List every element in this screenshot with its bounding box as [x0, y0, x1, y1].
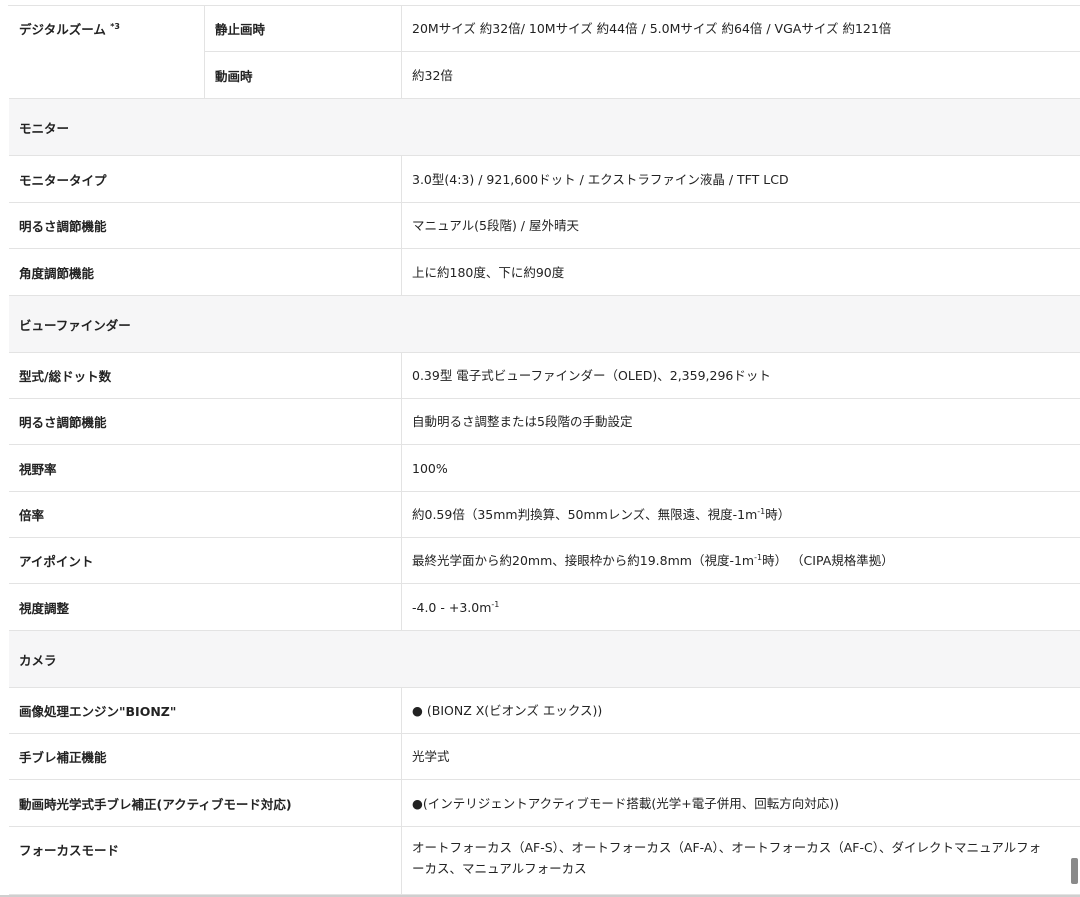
table-row-magnification: 倍率 約0.59倍（35mm判換算、50mmレンズ、無限遠、視度-1m-1時） — [9, 492, 1080, 538]
row-value: 約0.59倍（35mm判換算、50mmレンズ、無限遠、視度-1m-1時） — [401, 492, 1080, 537]
table-row-eyepoint: アイポイント 最終光学面から約20mm、接眼枠から約19.8mm（視度-1m-1… — [9, 538, 1080, 584]
table-row: 動画時光学式手ブレ補正(アクティブモード対応) ●(インテリジェントアクティブモ… — [9, 780, 1080, 827]
table-row: 明るさ調節機能 自動明るさ調整または5段階の手動設定 — [9, 399, 1080, 445]
row-value: ●(インテリジェントアクティブモード搭載(光学+電子併用、回転方向対応)) — [401, 780, 1080, 826]
row-value: マニュアル(5段階) / 屋外晴天 — [401, 203, 1080, 248]
row-value: 3.0型(4:3) / 921,600ドット / エクストラファイン液晶 / T… — [401, 156, 1080, 202]
still-value: 20Mサイズ 約32倍/ 10Mサイズ 約44倍 / 5.0Mサイズ 約64倍 … — [401, 5, 1080, 52]
focus-value-line2: ーカス、マニュアルフォーカス — [412, 861, 587, 876]
still-label: 静止画時 — [204, 5, 401, 52]
row-value: オートフォーカス（AF-S）、オートフォーカス（AF-A）、オートフォーカス（A… — [401, 827, 1080, 894]
section-header-monitor: モニター — [9, 99, 1080, 156]
scrollbar-thumb[interactable] — [1071, 858, 1078, 884]
row-label: 手ブレ補正機能 — [19, 750, 107, 765]
table-row-focus-mode: フォーカスモード オートフォーカス（AF-S）、オートフォーカス（AF-A）、オ… — [9, 827, 1080, 895]
row-label: フォーカスモード — [19, 843, 120, 858]
table-row-digital-zoom: デジタルズーム *3 静止画時 20Mサイズ 約32倍/ 10Mサイズ 約44倍… — [9, 5, 1080, 99]
row-value: 100% — [401, 445, 1080, 491]
section-title: モニター — [19, 120, 70, 136]
table-row: 型式/総ドット数 0.39型 電子式ビューファインダー（OLED)、2,359,… — [9, 353, 1080, 399]
row-value: 最終光学面から約20mm、接眼枠から約19.8mm（視度-1m-1時） （CIP… — [401, 538, 1080, 583]
row-value: 光学式 — [401, 734, 1080, 779]
row-label: モニタータイプ — [19, 172, 107, 188]
section-title: カメラ — [19, 652, 57, 668]
row-label: 明るさ調節機能 — [19, 219, 107, 234]
row-value: -4.0 - +3.0m-1 — [401, 584, 1080, 630]
movie-value: 約32倍 — [401, 52, 1080, 98]
row-label: 明るさ調節機能 — [19, 415, 107, 430]
section-header-camera: カメラ — [9, 631, 1080, 688]
row-value: 0.39型 電子式ビューファインダー（OLED)、2,359,296ドット — [401, 353, 1080, 398]
movie-label: 動画時 — [204, 52, 401, 98]
table-row: モニタータイプ 3.0型(4:3) / 921,600ドット / エクストラファ… — [9, 156, 1080, 203]
row-value: 上に約180度、下に約90度 — [401, 249, 1080, 295]
row-value: ● (BIONZ X(ビオンズ エックス)) — [401, 688, 1080, 733]
table-row: 角度調節機能 上に約180度、下に約90度 — [9, 249, 1080, 296]
row-label: 倍率 — [19, 508, 45, 523]
row-label: 視度調整 — [19, 600, 70, 616]
table-row: 画像処理エンジン"BIONZ" ● (BIONZ X(ビオンズ エックス)) — [9, 688, 1080, 734]
table-row: 明るさ調節機能 マニュアル(5段階) / 屋外晴天 — [9, 203, 1080, 249]
row-label: 画像処理エンジン"BIONZ" — [19, 704, 177, 719]
table-row: 手ブレ補正機能 光学式 — [9, 734, 1080, 780]
table-row-diopter: 視度調整 -4.0 - +3.0m-1 — [9, 584, 1080, 631]
row-label: 動画時光学式手ブレ補正(アクティブモード対応) — [19, 796, 292, 812]
row-label: 角度調節機能 — [19, 265, 95, 281]
row-label: 視野率 — [19, 461, 57, 477]
row-value: 自動明るさ調整または5段階の手動設定 — [401, 399, 1080, 444]
row-label: 型式/総ドット数 — [19, 369, 112, 384]
focus-value-line1: オートフォーカス（AF-S）、オートフォーカス（AF-A）、オートフォーカス（A… — [412, 840, 1042, 855]
table-row: 視野率 100% — [9, 445, 1080, 492]
row-label: アイポイント — [19, 554, 94, 569]
section-header-viewfinder: ビューファインダー — [9, 296, 1080, 353]
section-title: ビューファインダー — [19, 317, 131, 333]
digital-zoom-label: デジタルズーム *3 — [19, 21, 120, 37]
